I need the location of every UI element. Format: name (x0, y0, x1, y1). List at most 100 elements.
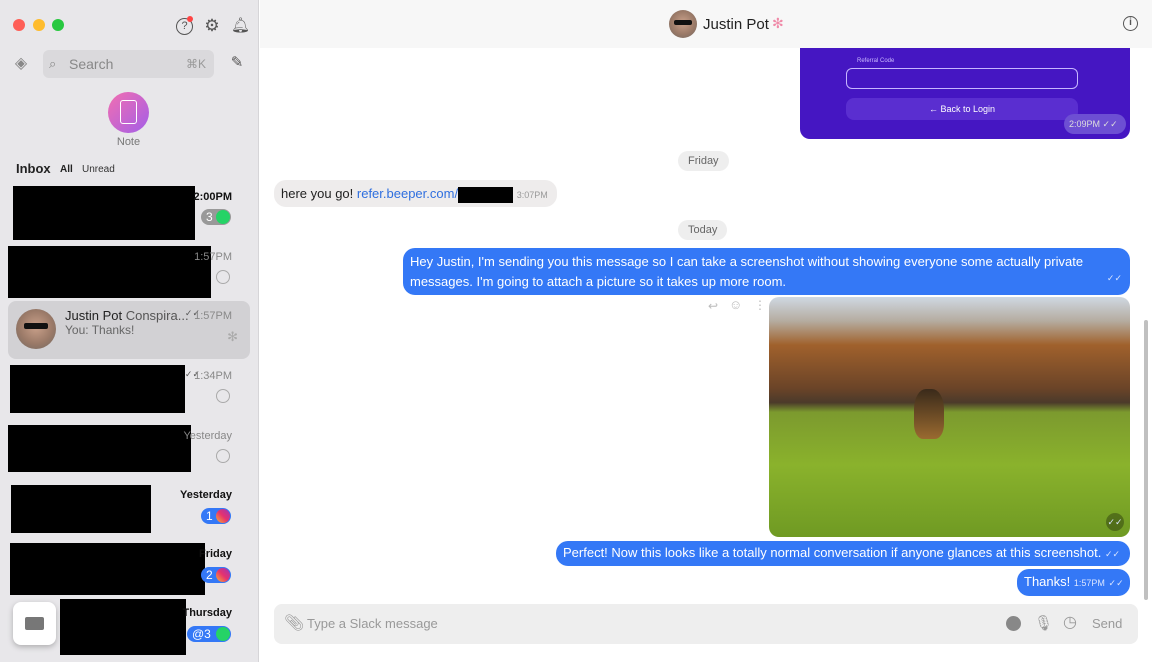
chat-header: Justin Pot ✻ i (260, 0, 1152, 48)
notification-dot (187, 16, 193, 22)
chat-time: 1:34PM (194, 370, 232, 382)
referral-code-field (846, 68, 1078, 89)
outgoing-message[interactable]: Perfect! Now this looks like a totally n… (556, 541, 1130, 566)
unread-badge: 3 (201, 209, 231, 225)
search-shortcut: ⌘K (185, 57, 206, 71)
message-time: 3:07PM (516, 190, 548, 200)
paperclip-icon[interactable]: 📎︎ (284, 615, 304, 633)
image-attachment-screenshot[interactable]: Referral Code ← Back to Login 2:09PM ✓✓ (800, 48, 1130, 139)
sidebar: ? ⚙ 🔔︎ ◈ ⌕ Search ⌘K ✎ Note Inbox All Un… (0, 0, 259, 662)
message-list: Referral Code ← Back to Login 2:09PM ✓✓ … (260, 48, 1152, 604)
slack-icon: ✻ (227, 329, 238, 344)
chat-list-item[interactable]: 2:00PM 3 (8, 184, 250, 242)
outgoing-message[interactable]: Thanks! 1:57PM ✓✓ (1017, 569, 1130, 596)
avatar (16, 309, 56, 349)
referral-link[interactable]: refer.beeper.com/ (357, 186, 458, 201)
chat-list-item[interactable]: 1:57PM (8, 244, 250, 302)
redacted-block (11, 485, 151, 533)
unread-count: @3 (192, 627, 211, 641)
chat-time: 1:57PM (194, 251, 232, 263)
chat-time: 1:57PM (194, 310, 232, 322)
dog-photo[interactable]: ✓✓ (769, 297, 1130, 537)
unread-badge: 1 (201, 508, 231, 524)
sunglasses (674, 20, 692, 25)
chat-preview: You: Thanks! (65, 323, 135, 337)
more-options-icon[interactable]: ⋮ (754, 296, 766, 314)
message-text: here you go! (281, 186, 357, 201)
unread-badge: 2 (201, 567, 231, 583)
zoom-window-button[interactable] (52, 19, 64, 31)
archive-tray-icon (25, 617, 44, 630)
message-text: Hey Justin, I'm sending you this message… (410, 254, 1084, 289)
whatsapp-icon (216, 210, 230, 224)
read-ticks: ✓✓ (1106, 513, 1124, 531)
chat-time: Yesterday (180, 489, 232, 501)
time: 2:09PM (1069, 119, 1101, 129)
send-button[interactable]: Send (1092, 616, 1122, 631)
close-window-button[interactable] (13, 19, 25, 31)
whatsapp-icon (216, 449, 230, 463)
unread-count: 1 (206, 509, 213, 523)
inbox-title: Inbox (16, 161, 51, 176)
unread-count: 3 (206, 210, 213, 224)
incoming-message[interactable]: here you go! refer.beeper.com/ 3:07PM (274, 180, 557, 207)
chat-list-item[interactable]: Friday 2 (8, 541, 250, 599)
filter-unread[interactable]: Unread (82, 164, 115, 175)
chat-name-main: Justin Pot (65, 308, 123, 323)
sunglasses (24, 323, 48, 329)
slack-icon: ✻ (772, 15, 784, 31)
chat-list-item[interactable]: Yesterday 1 (8, 483, 250, 541)
schedule-icon[interactable]: ◷ (1063, 614, 1077, 632)
layers-icon[interactable]: ◈ (11, 55, 31, 73)
info-icon[interactable]: i (1123, 16, 1138, 31)
chat-time: Thursday (182, 607, 232, 619)
header-avatar[interactable] (669, 10, 697, 38)
note-icon (120, 100, 137, 124)
back-to-login-button: ← Back to Login (846, 98, 1078, 120)
minimize-window-button[interactable] (33, 19, 45, 31)
read-ticks: ✓✓ (1104, 549, 1121, 559)
unread-count: 2 (206, 568, 213, 582)
instagram-icon (216, 568, 230, 582)
message-text: Thanks! (1024, 574, 1071, 589)
redacted-block (458, 186, 514, 203)
search-icon: ⌕ (49, 56, 57, 71)
archive-button[interactable] (13, 602, 56, 645)
read-ticks: ✓✓ (1108, 578, 1124, 588)
back-to-login-label: Back to Login (940, 104, 996, 114)
chat-time: Friday (198, 548, 232, 560)
message-time: 1:57PM (1073, 578, 1105, 588)
compose-icon[interactable]: ✎ (228, 54, 246, 72)
search-input[interactable]: ⌕ Search ⌘K (43, 50, 214, 78)
scrollbar[interactable] (1144, 320, 1148, 600)
chat-list-item[interactable]: ✓✓ 1:34PM (8, 363, 250, 421)
instagram-icon (216, 509, 230, 523)
chat-time: 2:00PM (193, 191, 232, 203)
chat-title[interactable]: Justin Pot (703, 16, 769, 33)
message-composer[interactable]: 📎︎ Type a Slack message 🎙︎ ◷ Send (274, 604, 1138, 644)
chat-list-item[interactable]: Yesterday (8, 423, 250, 481)
referral-code-label: Referral Code (857, 58, 895, 64)
date-divider: Friday (678, 151, 729, 171)
dog (914, 389, 944, 439)
message-timestamp: 2:09PM ✓✓ (1064, 114, 1126, 134)
search-placeholder: Search (69, 56, 114, 72)
reply-icon[interactable]: ↩ (708, 297, 718, 315)
filter-all[interactable]: All (60, 164, 73, 175)
emoji-reaction-icon[interactable]: ☺ (729, 296, 742, 314)
message-text: Perfect! Now this looks like a totally n… (563, 545, 1102, 560)
chat-list-item-selected[interactable]: Justin Pot Conspira... You: Thanks! ✓✓ 1… (8, 301, 250, 359)
message-input-placeholder[interactable]: Type a Slack message (307, 616, 438, 631)
chat-time: Yesterday (183, 430, 232, 442)
bell-icon[interactable]: 🔔︎ (231, 17, 250, 35)
date-divider: Today (678, 220, 728, 240)
outgoing-message[interactable]: Hey Justin, I'm sending you this message… (403, 248, 1130, 295)
note-label: Note (116, 136, 141, 148)
sticker-icon[interactable] (1006, 616, 1021, 631)
whatsapp-icon (216, 627, 230, 641)
microphone-icon[interactable]: 🎙︎ (1034, 615, 1053, 633)
note-button[interactable] (108, 92, 149, 133)
whatsapp-icon (216, 389, 230, 403)
unread-badge: @3 (187, 626, 231, 642)
gear-icon[interactable]: ⚙ (203, 17, 221, 35)
